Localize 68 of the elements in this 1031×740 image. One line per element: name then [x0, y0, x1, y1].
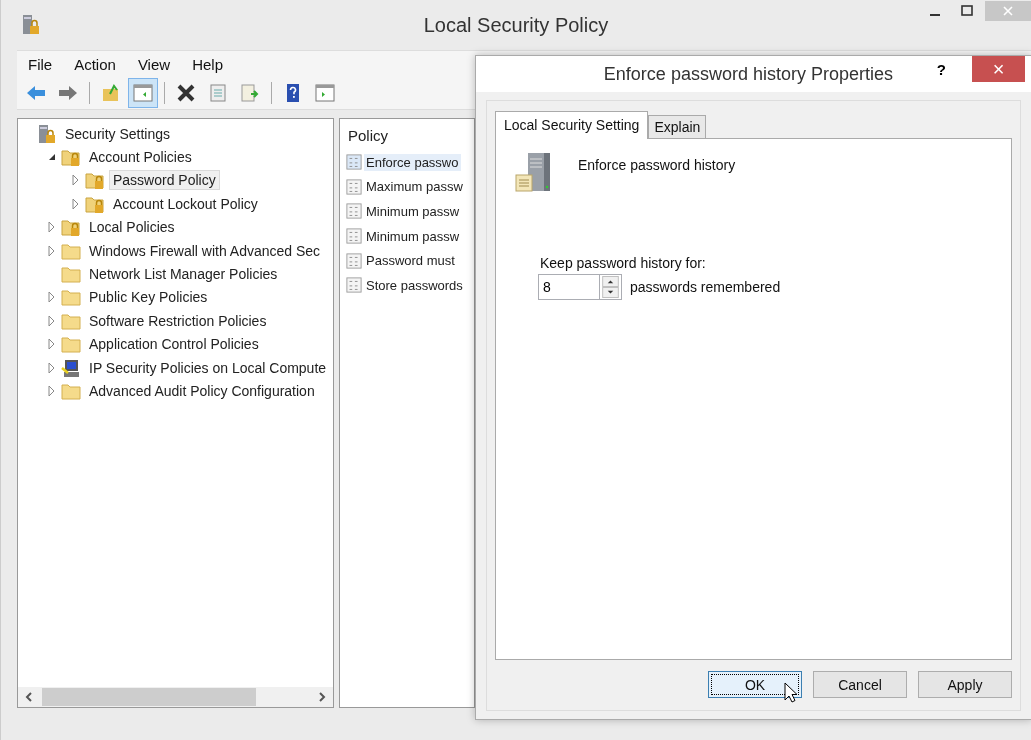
- folder-icon: [61, 264, 81, 285]
- expand-arrow-icon[interactable]: [48, 385, 56, 397]
- policy-item[interactable]: Enforce passwo: [364, 153, 461, 171]
- policy-icon: [346, 228, 362, 245]
- tree-item[interactable]: Windows Firewall with Advanced Sec: [85, 240, 325, 261]
- scroll-left-icon[interactable]: [24, 692, 34, 702]
- policy-icon: [346, 252, 362, 269]
- dialog-title: Enforce password history Properties: [602, 63, 894, 85]
- expand-arrow-icon[interactable]: [48, 338, 56, 351]
- locked-folder-icon: [85, 170, 105, 191]
- dialog-button[interactable]: Apply: [918, 671, 1012, 698]
- spin-arrows-icon[interactable]: [600, 274, 622, 300]
- tree-item[interactable]: Local Policies: [85, 217, 179, 238]
- tree-item[interactable]: Public Key Policies: [85, 287, 212, 308]
- dialog-button[interactable]: Cancel: [813, 671, 907, 698]
- column-header[interactable]: Policy: [340, 119, 474, 150]
- tree-item[interactable]: IP Security Policies on Local Compute: [85, 357, 331, 378]
- tab[interactable]: Explain: [648, 115, 707, 138]
- folder-icon: [61, 381, 81, 401]
- policy-icon: [346, 203, 362, 220]
- number-field[interactable]: 8: [538, 274, 600, 300]
- help-button[interactable]: ?: [930, 60, 952, 79]
- dialog-button[interactable]: OK: [708, 671, 802, 698]
- tree-item[interactable]: Account Policies: [85, 147, 196, 168]
- policy-item[interactable]: Minimum passw: [364, 227, 462, 245]
- policy-item[interactable]: Minimum passw: [364, 203, 462, 220]
- tree-item[interactable]: Software Restriction Policies: [85, 310, 271, 331]
- tree-item[interactable]: Password Policy: [109, 170, 220, 191]
- tree-item[interactable]: Security Settings: [61, 123, 175, 144]
- policy-icon: [346, 154, 362, 171]
- window-title: Local Security Policy: [422, 13, 610, 37]
- mouse-cursor-icon: [784, 682, 798, 704]
- tree-pane-icon[interactable]: [128, 78, 158, 108]
- folder-icon: [61, 287, 81, 308]
- computer-icon: [61, 357, 81, 378]
- locked-folder-icon: [61, 147, 81, 168]
- scrollbar-thumb[interactable]: [42, 688, 256, 706]
- close-button[interactable]: ×: [972, 56, 1025, 82]
- expand-arrow-icon[interactable]: [72, 174, 80, 187]
- policy-icon: [346, 178, 362, 195]
- expand-arrow-icon[interactable]: [48, 361, 56, 374]
- policy-name: Enforce password history: [578, 157, 736, 173]
- field-label: Keep password history for:: [540, 255, 707, 271]
- menu-item[interactable]: File: [17, 55, 64, 73]
- security-server-icon: [37, 123, 57, 144]
- policy-item[interactable]: Password must: [364, 252, 457, 270]
- expand-arrow-icon[interactable]: [48, 221, 56, 234]
- tree-item[interactable]: Advanced Audit Policy Configuration: [85, 381, 319, 401]
- policy-icon: [346, 277, 362, 294]
- expand-arrow-icon[interactable]: [72, 197, 80, 210]
- expand-arrow-icon[interactable]: [48, 291, 56, 304]
- policy-item[interactable]: Store passwords: [364, 276, 465, 294]
- scroll-right-icon[interactable]: [317, 692, 327, 702]
- folder-icon: [61, 334, 81, 355]
- menu-item[interactable]: Action: [63, 55, 127, 73]
- menu-item[interactable]: View: [126, 55, 182, 73]
- policy-item[interactable]: Maximum passw: [364, 178, 465, 196]
- unit-label: passwords remembered: [630, 279, 781, 295]
- collapse-arrow-icon[interactable]: [48, 153, 56, 162]
- tree-item[interactable]: Application Control Policies: [85, 334, 263, 355]
- menu-item[interactable]: Help: [181, 55, 234, 73]
- tab[interactable]: Local Security Setting: [495, 111, 649, 139]
- tree-item[interactable]: Network List Manager Policies: [85, 264, 282, 285]
- expand-arrow-icon[interactable]: [48, 314, 56, 327]
- locked-folder-icon: [61, 217, 81, 238]
- security-server-icon: [21, 14, 41, 36]
- tree-item[interactable]: Account Lockout Policy: [109, 193, 262, 214]
- expand-arrow-icon[interactable]: [48, 244, 56, 257]
